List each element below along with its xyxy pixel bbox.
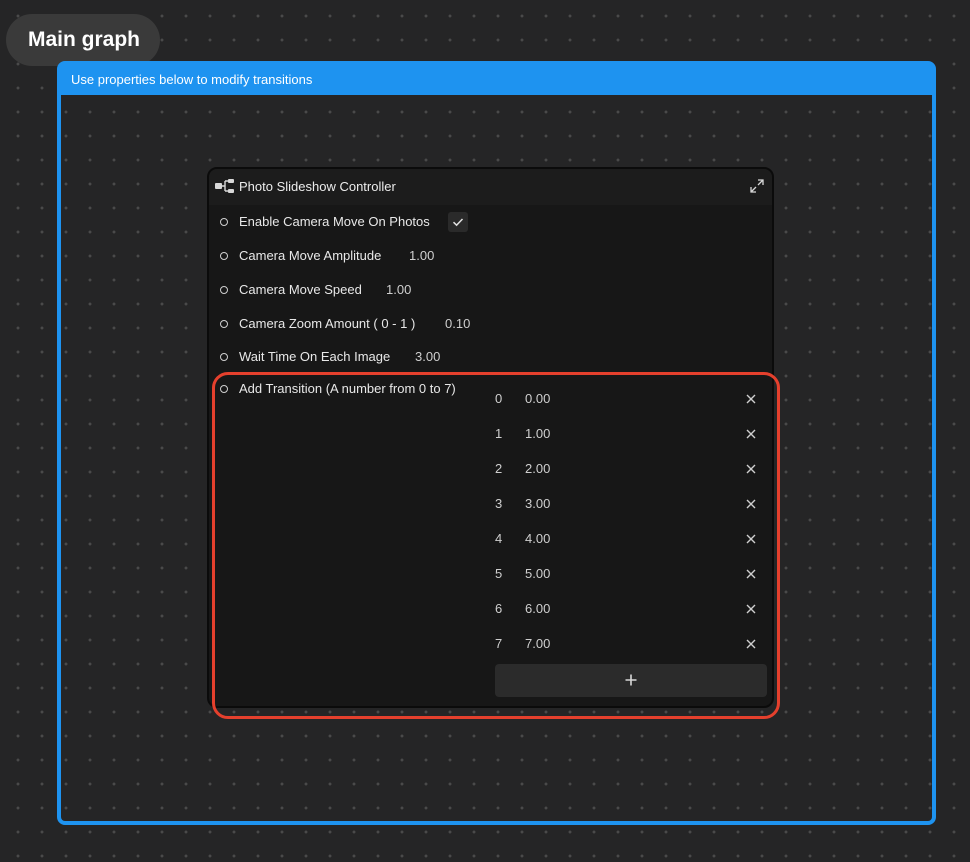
node-header[interactable]: Photo Slideshow Controller [209, 169, 772, 205]
wait-time-value[interactable]: 3.00 [415, 346, 440, 368]
checkmark-icon [452, 218, 464, 227]
graph-title[interactable]: Main graph [6, 14, 161, 66]
input-port[interactable] [220, 286, 228, 294]
property-enable-camera-move: Enable Camera Move On Photos [209, 211, 772, 237]
property-wait-time: Wait Time On Each Image 3.00 [209, 346, 772, 372]
property-label: Wait Time On Each Image [239, 349, 391, 364]
property-label: Camera Zoom Amount ( 0 - 1 ) [239, 316, 416, 331]
highlight-annotation [212, 372, 780, 719]
input-port[interactable] [220, 320, 228, 328]
input-port[interactable] [220, 218, 228, 226]
camera-move-speed-value[interactable]: 1.00 [386, 279, 411, 301]
group-header[interactable]: Use properties below to modify transitio… [61, 65, 932, 95]
property-label: Enable Camera Move On Photos [239, 214, 430, 229]
node-title: Photo Slideshow Controller [239, 179, 396, 194]
camera-move-amplitude-value[interactable]: 1.00 [409, 245, 434, 267]
property-camera-move-speed: Camera Move Speed 1.00 [209, 279, 772, 305]
input-port[interactable] [220, 353, 228, 361]
property-label: Camera Move Speed [239, 282, 362, 297]
property-label: Camera Move Amplitude [239, 248, 382, 263]
property-camera-move-amplitude: Camera Move Amplitude 1.00 [209, 245, 772, 271]
node-graph-icon [214, 179, 236, 198]
enable-camera-move-checkbox[interactable] [448, 212, 468, 232]
expand-icon[interactable] [750, 179, 764, 198]
property-camera-zoom-amount: Camera Zoom Amount ( 0 - 1 ) 0.10 [209, 313, 772, 339]
camera-zoom-amount-value[interactable]: 0.10 [445, 313, 470, 335]
input-port[interactable] [220, 252, 228, 260]
